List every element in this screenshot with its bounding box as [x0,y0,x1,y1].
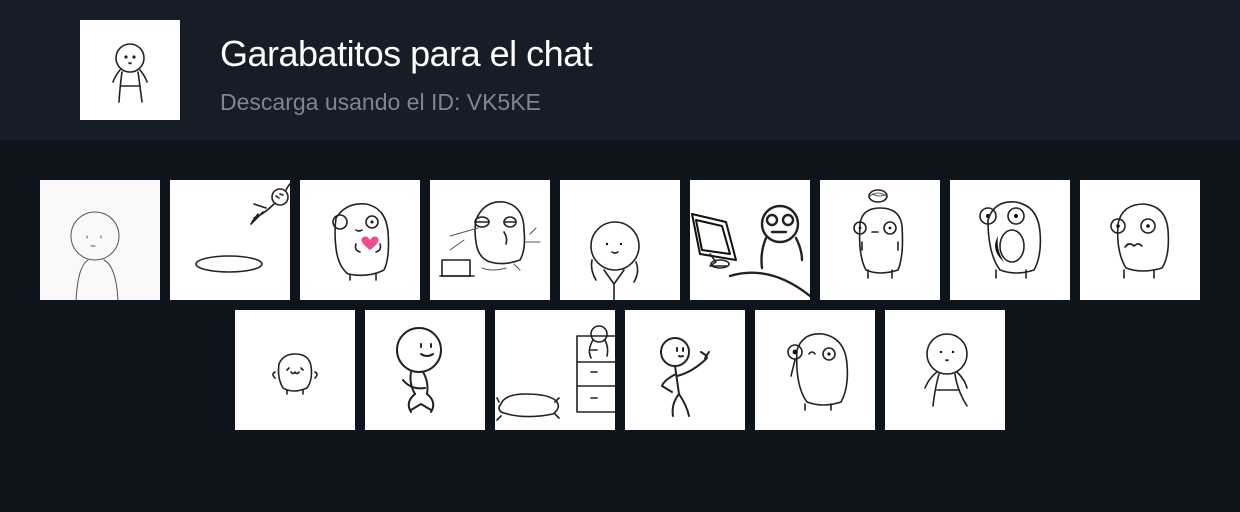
sticker-stick-figure-standing-icon[interactable] [885,310,1005,430]
sticker-stick-figure-sitting-icon[interactable] [365,310,485,430]
pack-header: Garabatitos para el chat Descarga usando… [0,0,1240,140]
sticker-small-blob-happy-icon[interactable] [235,310,355,430]
sticker-blob-shocked-icon[interactable] [950,180,1070,300]
sticker-figure-on-drawers-pillow-icon[interactable] [495,310,615,430]
pack-download-id: Descarga usando el ID: VK5KE [220,89,541,115]
sticker-blob-worried-icon[interactable] [1080,180,1200,300]
sticker-round-head-figure-icon[interactable] [560,180,680,300]
sticker-blob-sleepy-laptop-icon[interactable] [430,180,550,300]
sticker-blob-dizzy-icon[interactable] [820,180,940,300]
stick-figure-doodle-icon [80,20,180,120]
sticker-blob-holding-heart-icon[interactable] [300,180,420,300]
pack-title: Garabatitos para el chat [220,33,593,74]
sticker-stick-figure-pointing-icon[interactable] [625,310,745,430]
sticker-figure-at-computer-icon[interactable] [690,180,810,300]
sticker-figure-jumping-into-hole-icon[interactable] [170,180,290,300]
sticker-bald-figure-bust-icon[interactable] [40,180,160,300]
sticker-blob-monocle-icon[interactable] [755,310,875,430]
